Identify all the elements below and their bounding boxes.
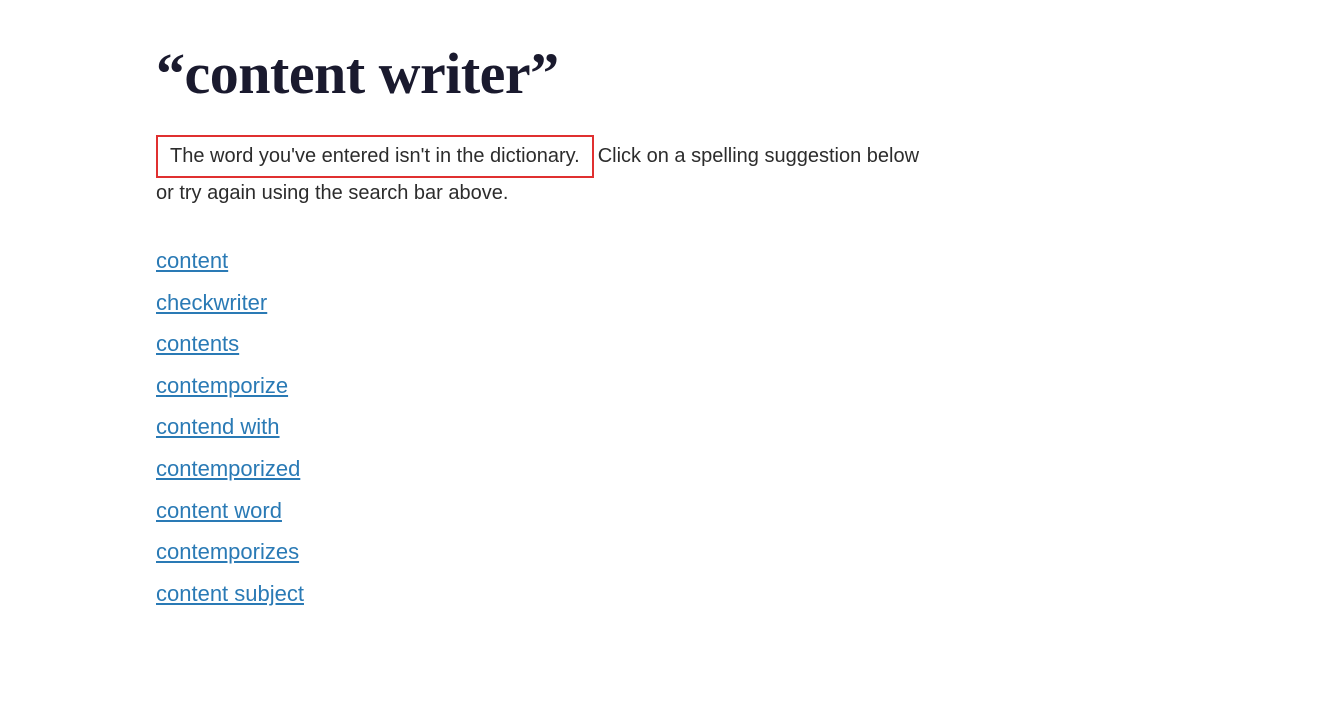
suggestion-link[interactable]: contemporize <box>156 373 288 398</box>
not-found-text: The word you've entered isn't in the dic… <box>170 145 580 167</box>
suggestion-link[interactable]: content <box>156 248 228 273</box>
list-item: content subject <box>156 574 1340 614</box>
suggestion-link[interactable]: contemporizes <box>156 539 299 564</box>
suggestion-link[interactable]: content subject <box>156 581 304 606</box>
suggestion-link[interactable]: contemporized <box>156 456 300 481</box>
list-item: content <box>156 241 1340 281</box>
message-container: The word you've entered isn't in the dic… <box>156 135 1256 205</box>
list-item: content word <box>156 491 1340 531</box>
suggestion-link[interactable]: content word <box>156 498 282 523</box>
list-item: checkwriter <box>156 283 1340 323</box>
list-item: contend with <box>156 407 1340 447</box>
message-line1: The word you've entered isn't in the dic… <box>156 135 1256 178</box>
list-item: contemporized <box>156 449 1340 489</box>
list-item: contents <box>156 324 1340 364</box>
page-title: “content writer” <box>156 40 1340 107</box>
suggestion-link[interactable]: contents <box>156 331 239 356</box>
message-line2: or try again using the search bar above. <box>156 182 1256 205</box>
suggestion-link[interactable]: contend with <box>156 414 280 439</box>
continuation-text: Click on a spelling suggestion below <box>598 145 919 167</box>
suggestion-link[interactable]: checkwriter <box>156 290 267 315</box>
suggestions-list: content checkwriter contents contemporize co… <box>156 241 1340 613</box>
list-item: contemporizes <box>156 532 1340 572</box>
list-item: contemporize <box>156 366 1340 406</box>
not-found-box: The word you've entered isn't in the dic… <box>156 135 594 178</box>
